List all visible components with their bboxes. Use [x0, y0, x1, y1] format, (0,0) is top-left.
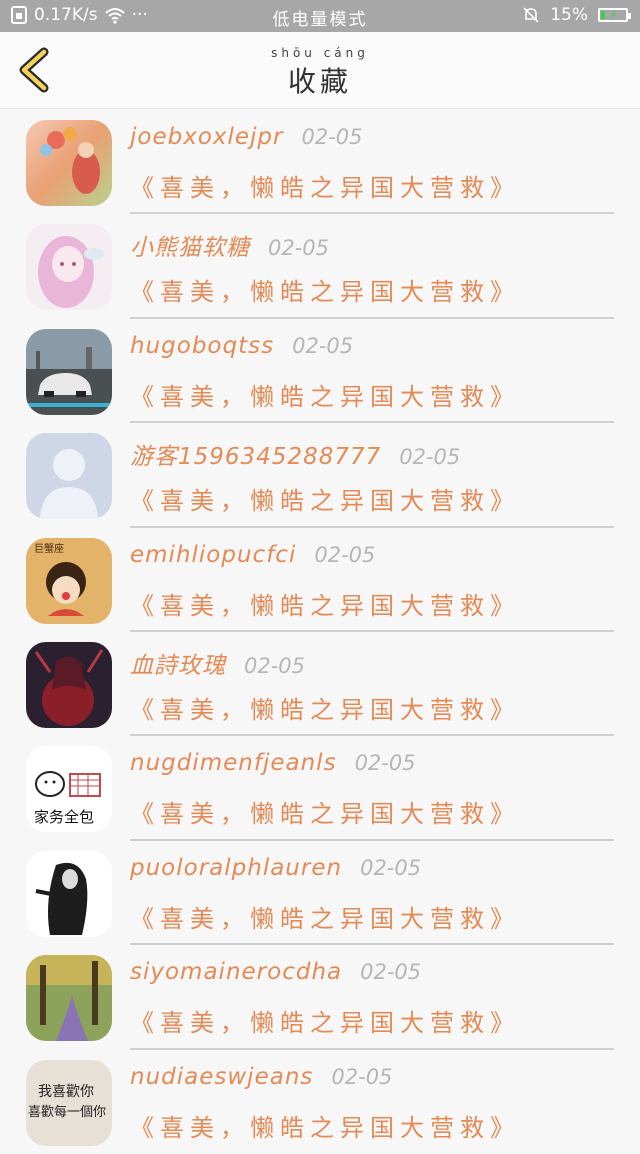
list-item[interactable]: joebxoxlejpr 02-05 《喜美，懒皓之异国大营救》 [0, 110, 640, 215]
avatar: 家务全包 [26, 746, 112, 833]
list-item[interactable]: puoloralphlauren 02-05 《喜美，懒皓之异国大营救》 [0, 841, 640, 946]
avatar [26, 433, 112, 520]
favorites-list: joebxoxlejpr 02-05 《喜美，懒皓之异国大营救》 小熊猫软糖 0… [0, 110, 640, 1154]
item-message: 《喜美，懒皓之异国大营救》 [130, 1009, 520, 1038]
item-message: 《喜美，懒皓之异国大营救》 [130, 904, 520, 933]
list-item[interactable]: siyomainerocdha 02-05 《喜美，懒皓之异国大营救》 [0, 945, 640, 1050]
username: nugdimenfjeanls [130, 750, 337, 777]
date-label: 02-05 [301, 125, 363, 149]
item-message: 《喜美，懒皓之异国大营救》 [130, 591, 520, 620]
avatar [26, 224, 112, 311]
status-bar: 0.17K/s ··· 低电量模式 15% ⚡ [0, 0, 640, 32]
date-label: 02-05 [331, 1064, 393, 1089]
item-message: 《喜美，懒皓之异国大营救》 [130, 1113, 520, 1142]
username: 游客1596345288777 [130, 444, 382, 471]
item-message: 《喜美，懒皓之异国大营救》 [130, 382, 520, 411]
list-item[interactable]: 血詩玫瑰 02-05 《喜美，懒皓之异国大营救》 [0, 632, 640, 737]
item-message: 《喜美，懒皓之异国大营救》 [130, 487, 520, 516]
avatar [26, 328, 112, 415]
page-title: 收藏 [287, 65, 352, 98]
mute-bell-icon [522, 6, 540, 24]
username: 血詩玫瑰 [130, 652, 226, 679]
date-label: 02-05 [360, 960, 422, 985]
list-item[interactable]: 游客1596345288777 02-05 《喜美，懒皓之异国大营救》 [0, 423, 640, 528]
date-label: 02-05 [399, 445, 461, 470]
username: joebxoxlejpr [130, 124, 284, 150]
username: puoloralphlauren [130, 854, 343, 881]
avatar: 我喜歡你喜歡每一個你 [26, 1059, 112, 1146]
date-label: 02-05 [268, 236, 330, 261]
page-title-pinyin: shōu cáng [271, 46, 369, 60]
avatar-caption: 家务全包 [34, 808, 94, 826]
list-item[interactable]: hugoboqtss 02-05 《喜美，懒皓之异国大营救》 [0, 319, 640, 424]
list-item[interactable]: 小熊猫软糖 02-05 《喜美，懒皓之异国大营救》 [0, 214, 640, 319]
username: hugoboqtss [130, 332, 275, 359]
date-label: 02-05 [244, 653, 306, 678]
battery-percent: 15% [550, 5, 588, 25]
date-label: 02-05 [314, 542, 376, 567]
list-item[interactable]: 巨蟹座 emihliopucfci 02-05 《喜美，懒皓之异国大营救》 [0, 528, 640, 632]
username: 小熊猫软糖 [130, 235, 250, 262]
avatar [26, 955, 112, 1042]
list-item[interactable]: 我喜歡你喜歡每一個你 nudiaeswjeans 02-05 《喜美，懒皓之异国… [0, 1050, 640, 1154]
avatar [26, 641, 112, 728]
avatar [26, 120, 112, 206]
item-message: 《喜美，懒皓之异国大营救》 [130, 800, 520, 829]
avatar-caption-line1: 我喜歡你 [38, 1084, 94, 1100]
username: siyomainerocdha [130, 959, 343, 986]
date-label: 02-05 [354, 751, 416, 776]
app-header: shōu cáng 收藏 [0, 32, 640, 109]
battery-icon: ⚡ [598, 8, 631, 22]
avatar [26, 850, 112, 937]
username: nudiaeswjeans [130, 1063, 314, 1090]
username: emihliopucfci [130, 541, 297, 568]
date-label: 02-05 [360, 855, 422, 880]
list-item[interactable]: 家务全包 nugdimenfjeanls 02-05 《喜美，懒皓之异国大营救》 [0, 736, 640, 841]
item-message: 《喜美，懒皓之异国大营救》 [130, 174, 520, 202]
avatar-caption: 巨蟹座 [34, 542, 64, 555]
item-message: 《喜美，懒皓之异国大营救》 [130, 278, 520, 307]
item-message: 《喜美，懒皓之异国大营救》 [130, 695, 520, 724]
avatar-caption-line2: 喜歡每一個你 [28, 1104, 106, 1120]
date-label: 02-05 [292, 333, 354, 358]
avatar: 巨蟹座 [26, 537, 112, 624]
